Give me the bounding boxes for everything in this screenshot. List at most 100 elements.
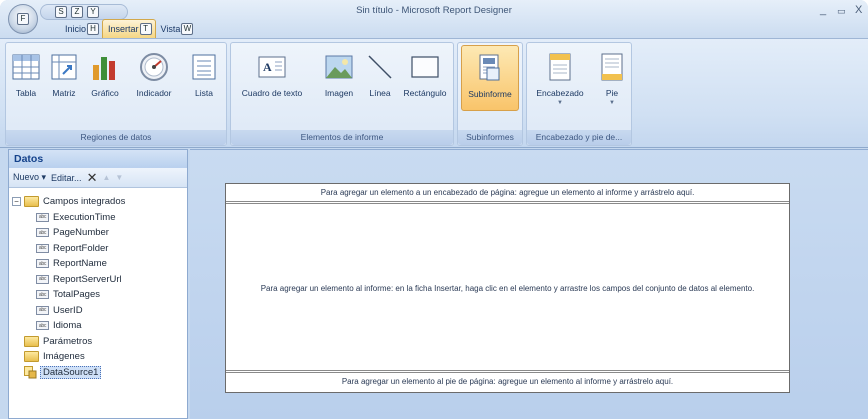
new-menu-button[interactable]: Nuevo ▾ [13,172,46,183]
minimize-button[interactable]: _ [820,4,826,16]
page-footer-icon [596,51,628,83]
window-title: Sin título - Microsoft Report Designer [356,5,512,16]
matrix-button[interactable]: Matriz [46,45,82,111]
textbox-icon: A [256,51,288,83]
tree-field[interactable]: abc ReportName [12,256,125,272]
tree-field-label: ReportName [53,258,107,270]
report-body-hint-text: Para agregar un elemento al informe: en … [260,284,755,293]
group-subreports: Subinforme Subinformes [457,42,523,146]
table-icon [10,51,42,83]
page-footer-hint[interactable]: Para agregar un elemento al pie de págin… [226,370,789,392]
tree-field-label: ReportServerUrl [53,273,122,285]
tree-node-parameters[interactable]: Parámetros [12,334,125,350]
header-dropdown-icon[interactable]: ▼ [557,100,563,106]
field-icon: abc [36,259,49,269]
collapse-icon[interactable]: − [12,197,21,207]
edit-button[interactable]: Editar... [51,173,82,183]
page-header-icon [544,51,576,83]
tree-field[interactable]: abc TotalPages [12,287,125,303]
ribbon-tabs: Inicio H Insertar T Vista W [60,19,196,38]
gauge-icon [138,51,170,83]
data-panel: Datos Nuevo ▾ Editar... ✕ ▲ ▼ − Campos i… [8,149,188,419]
delete-icon[interactable]: ✕ [87,170,98,186]
tree-field[interactable]: abc Idioma [12,318,125,334]
tab-inicio[interactable]: Inicio H [60,19,102,38]
tree-node-datasource[interactable]: DataSource1 [12,365,125,381]
group-report-items: A Cuadro de texto Imagen Línea Rectángul… [230,42,454,146]
line-label: Línea [369,88,391,98]
tab-vista-keytip: W [181,22,194,35]
tree-node-parameters-label: Parámetros [43,335,93,347]
group-report-items-label: Elementos de informe [231,130,453,145]
close-button[interactable]: X [855,4,862,16]
line-button[interactable]: Línea [363,45,397,111]
field-icon: abc [36,305,49,315]
field-icon: abc [36,243,49,253]
tree-field[interactable]: abc ExecutionTime [12,210,125,226]
data-panel-toolbar: Nuevo ▾ Editar... ✕ ▲ ▼ [9,168,187,188]
tree-field-label: ReportFolder [53,242,109,254]
subreport-button[interactable]: Subinforme [461,45,519,111]
group-subreports-label: Subinformes [458,130,522,145]
tree-field-label: TotalPages [53,289,101,301]
subreport-icon [474,52,506,84]
tab-vista-label: Vista [160,23,181,34]
image-label: Imagen [324,88,354,98]
tab-vista[interactable]: Vista W [156,19,197,38]
list-icon [188,51,220,83]
datasource-icon [24,365,37,379]
tree-node-datasource-label: DataSource1 [40,365,102,379]
tree-field[interactable]: abc UserID [12,303,125,319]
tree-field[interactable]: abc PageNumber [12,225,125,241]
field-icon: abc [36,290,49,300]
tree-node-images-label: Imágenes [43,351,85,363]
tree-node-builtin-fields[interactable]: − Campos integrados [12,194,125,210]
tree-field[interactable]: abc ReportServerUrl [12,272,125,288]
group-data-regions-label: Regiones de datos [6,130,226,145]
tree-field-label: ExecutionTime [53,211,116,223]
rectangle-button[interactable]: Rectángulo [399,45,451,111]
svg-text:A: A [263,60,272,74]
field-icon: abc [36,212,49,222]
field-icon: abc [36,321,49,331]
folder-icon [24,196,39,208]
report-canvas[interactable]: Para agregar un elemento a un encabezado… [225,183,790,393]
tab-insertar[interactable]: Insertar T [102,19,156,38]
subreport-label: Subinforme [468,89,512,99]
title-bar: F S Z Y Sin título - Microsoft Report De… [0,0,868,38]
list-button[interactable]: Lista [186,45,222,111]
group-header-footer-label: Encabezado y pie de... [527,130,631,145]
tab-insertar-label: Insertar [108,24,139,34]
line-icon [364,51,396,83]
page-header-hint[interactable]: Para agregar un elemento a un encabezado… [226,184,789,204]
data-panel-title: Datos [9,150,187,168]
maximize-button[interactable]: ▭ [837,6,846,17]
tab-inicio-keytip: H [87,22,100,35]
tree-node-images[interactable]: Imágenes [12,349,125,365]
design-surface: Para agregar un elemento a un encabezado… [190,149,868,419]
textbox-button[interactable]: A Cuadro de texto [233,45,311,111]
tab-inicio-label: Inicio [65,23,87,34]
matrix-icon [48,51,80,83]
report-designer-window: F S Z Y Sin título - Microsoft Report De… [0,0,868,419]
folder-icon [24,335,39,347]
footer-dropdown-icon[interactable]: ▼ [609,100,615,106]
chart-button[interactable]: Gráfico [84,45,126,111]
rectangle-label: Rectángulo [403,88,447,98]
image-button[interactable]: Imagen [317,45,361,111]
header-button[interactable]: Encabezado ▼ [531,45,589,111]
move-up-icon[interactable]: ▲ [102,173,110,182]
table-label: Tabla [15,88,37,98]
gauge-button[interactable]: Indicador [128,45,180,111]
report-body-hint[interactable]: Para agregar un elemento al informe: en … [226,206,789,371]
footer-button[interactable]: Pie ▼ [595,45,629,111]
field-icon: abc [36,274,49,284]
ribbon: Tabla Matriz Gráfico Indicador Lista Reg… [0,38,868,148]
tree-field[interactable]: abc ReportFolder [12,241,125,257]
move-down-icon[interactable]: ▼ [115,173,123,182]
folder-icon [24,351,39,363]
data-tree: − Campos integrados abc ExecutionTime ab… [12,194,125,380]
table-button[interactable]: Tabla [8,45,44,111]
gauge-label: Indicador [136,88,172,98]
tree-field-label: Idioma [53,320,82,332]
